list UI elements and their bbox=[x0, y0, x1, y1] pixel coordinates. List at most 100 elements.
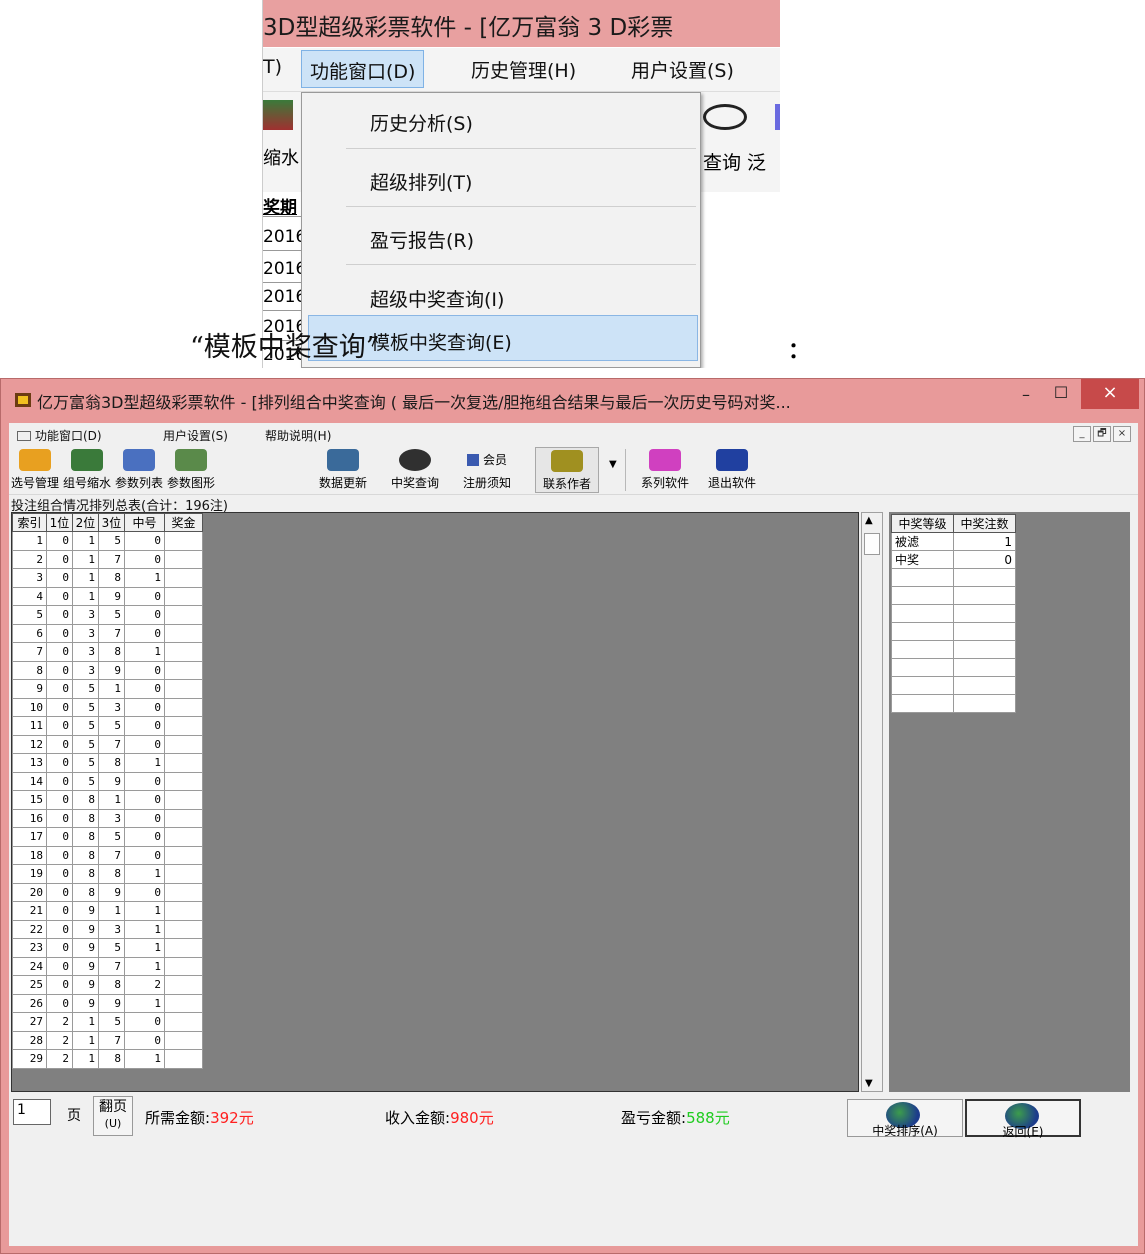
table-row[interactable]: 11 0 5 5 0 bbox=[12, 716, 203, 736]
toolbar-prize-query[interactable]: 中奖查询 bbox=[391, 447, 439, 493]
mdi-close-button[interactable]: × bbox=[1113, 426, 1131, 442]
toolbar-exit-software[interactable]: 退出软件 bbox=[703, 447, 761, 493]
page-number-input[interactable]: 1 bbox=[13, 1099, 51, 1125]
table-cell: 0 bbox=[46, 660, 73, 680]
table-row[interactable]: 28 2 1 7 0 bbox=[12, 1030, 203, 1050]
table-row[interactable]: 50350 bbox=[12, 605, 203, 625]
dropdown-item-super-arrange[interactable]: 超级排列(T) bbox=[302, 156, 700, 202]
toolbar-contact-author[interactable]: 联系作者 bbox=[535, 447, 599, 493]
table-row[interactable]: 10 0 5 3 0 bbox=[12, 697, 203, 717]
table-row[interactable]: 12 0 5 7 0 bbox=[12, 734, 203, 754]
table-row[interactable]: 60370 bbox=[12, 623, 203, 643]
select-number-icon bbox=[19, 449, 51, 471]
prize-row[interactable] bbox=[891, 568, 1016, 587]
dropdown-item-profit-report[interactable]: 盈亏报告(R) bbox=[302, 214, 700, 260]
column-header-pos1[interactable]: 1位 bbox=[46, 513, 73, 532]
scroll-up-icon[interactable]: ▲ bbox=[865, 515, 873, 526]
column-header-pos2[interactable]: 2位 bbox=[72, 513, 99, 532]
menu-help[interactable]: 帮助说明(H) bbox=[265, 427, 331, 444]
table-cell bbox=[164, 901, 203, 921]
chevron-down-icon[interactable]: ▼ bbox=[609, 459, 617, 470]
table-row[interactable]: 23 0 9 5 1 bbox=[12, 938, 203, 958]
table-row[interactable]: 21 0 9 1 1 bbox=[12, 901, 203, 921]
toolbar-select-number[interactable]: 选号管理 bbox=[11, 447, 59, 493]
table-cell: 5 bbox=[98, 938, 125, 958]
table-row[interactable]: 70381 bbox=[12, 642, 203, 662]
back-button[interactable]: 返回(E) bbox=[965, 1099, 1081, 1139]
table-row[interactable]: 25 0 9 8 2 bbox=[12, 975, 203, 995]
mdi-minimize-button[interactable]: _ bbox=[1073, 426, 1091, 442]
prize-row[interactable]: 被滤 1 bbox=[891, 532, 1016, 551]
table-cell: 8 bbox=[72, 864, 99, 884]
prize-row[interactable]: 中奖 0 bbox=[891, 550, 1016, 569]
column-header-prize-count[interactable]: 中奖注数 bbox=[953, 514, 1016, 533]
toolbar-group-shrink[interactable]: 组号缩水 bbox=[63, 447, 111, 493]
scroll-thumb[interactable] bbox=[864, 533, 880, 555]
table-cell: 0 bbox=[46, 605, 73, 625]
toolbar-parameter-list[interactable]: 参数列表 bbox=[115, 447, 163, 493]
table-row[interactable]: 22 0 9 3 1 bbox=[12, 919, 203, 939]
crop-menu-user-settings[interactable]: 用户设置(S) bbox=[631, 56, 734, 83]
table-row[interactable]: 27 2 1 5 0 bbox=[12, 1012, 203, 1032]
prize-row[interactable] bbox=[891, 676, 1016, 695]
prize-cell bbox=[953, 658, 1016, 677]
column-header-index[interactable]: 索引 bbox=[12, 513, 47, 532]
column-header-prize-level[interactable]: 中奖等级 bbox=[891, 514, 954, 533]
prize-row[interactable] bbox=[891, 658, 1016, 677]
mdi-restore-button[interactable]: 🗗 bbox=[1093, 426, 1111, 442]
menu-user-settings[interactable]: 用户设置(S) bbox=[163, 427, 228, 444]
flip-page-button[interactable]: 翻页 (U) bbox=[93, 1096, 133, 1136]
table-row[interactable]: 20170 bbox=[12, 549, 203, 569]
toolbar-parameter-chart[interactable]: 参数图形 bbox=[167, 447, 215, 493]
table-row[interactable]: 30181 bbox=[12, 568, 203, 588]
dropdown-item-super-prize-query[interactable]: 超级中奖查询(I) bbox=[302, 273, 700, 319]
table-row[interactable]: 80390 bbox=[12, 660, 203, 680]
column-header-prize[interactable]: 奖金 bbox=[164, 513, 203, 532]
toolbar-label: 退出软件 bbox=[707, 476, 756, 490]
table-row[interactable]: 14 0 5 9 0 bbox=[12, 771, 203, 791]
vertical-scrollbar[interactable]: ▲ ▼ bbox=[861, 512, 883, 1092]
combination-grid[interactable]: 索引 1位 2位 3位 中号 奖金 1015020170301814019050… bbox=[11, 512, 859, 1092]
table-row[interactable]: 26 0 9 9 1 bbox=[12, 993, 203, 1013]
dropdown-item-history-analysis[interactable]: 历史分析(S) bbox=[302, 97, 700, 143]
table-row[interactable]: 10150 bbox=[12, 531, 203, 551]
toolbar-registration[interactable]: 会员 注册须知 bbox=[463, 447, 511, 493]
prize-row[interactable] bbox=[891, 694, 1016, 713]
prize-sort-button[interactable]: 中奖排序(A) bbox=[847, 1099, 963, 1138]
table-cell: 0 bbox=[46, 771, 73, 791]
prize-row[interactable] bbox=[891, 622, 1016, 641]
prize-row[interactable] bbox=[891, 586, 1016, 605]
scroll-down-icon[interactable]: ▼ bbox=[865, 1078, 873, 1089]
toolbar-data-update[interactable]: 数据更新 bbox=[319, 447, 367, 493]
column-header-pos3[interactable]: 3位 bbox=[98, 513, 125, 532]
table-row[interactable]: 40190 bbox=[12, 586, 203, 606]
crop-menu-fragment[interactable]: T) bbox=[263, 56, 282, 78]
prize-row[interactable] bbox=[891, 604, 1016, 623]
table-row[interactable]: 20 0 8 9 0 bbox=[12, 882, 203, 902]
maximize-button[interactable]: ☐ bbox=[1046, 383, 1076, 411]
table-cell: 0 bbox=[46, 790, 73, 810]
table-row[interactable]: 29 2 1 8 1 bbox=[12, 1049, 203, 1069]
table-row[interactable]: 13 0 5 8 1 bbox=[12, 753, 203, 773]
toolbar-series-software[interactable]: 系列软件 bbox=[633, 447, 697, 493]
close-button[interactable]: × bbox=[1081, 379, 1139, 409]
crop-menu-function-window[interactable]: 功能窗口(D) bbox=[301, 50, 425, 88]
crop-menu-history[interactable]: 历史管理(H) bbox=[471, 56, 576, 83]
table-row[interactable]: 16 0 8 3 0 bbox=[12, 808, 203, 828]
table-row[interactable]: 17 0 8 5 0 bbox=[12, 827, 203, 847]
table-row[interactable]: 24 0 9 7 1 bbox=[12, 956, 203, 976]
menu-function-window[interactable]: 功能窗口(D) bbox=[17, 427, 102, 444]
table-row[interactable]: 15 0 8 1 0 bbox=[12, 790, 203, 810]
table-cell: 0 bbox=[46, 586, 73, 606]
table-row[interactable]: 19 0 8 8 1 bbox=[12, 864, 203, 884]
table-row[interactable]: 18 0 8 7 0 bbox=[12, 845, 203, 865]
column-header-hit[interactable]: 中号 bbox=[124, 513, 165, 532]
menu-bar: 功能窗口(D) 用户设置(S) 帮助说明(H) _ 🗗 × bbox=[9, 423, 1138, 445]
prize-cell: 0 bbox=[953, 550, 1016, 569]
table-cell: 1 bbox=[98, 901, 125, 921]
table-row[interactable]: 90510 bbox=[12, 679, 203, 699]
minimize-button[interactable]: – bbox=[1011, 385, 1041, 413]
member-icon bbox=[775, 104, 780, 130]
prize-row[interactable] bbox=[891, 640, 1016, 659]
table-cell: 4 bbox=[12, 586, 47, 606]
